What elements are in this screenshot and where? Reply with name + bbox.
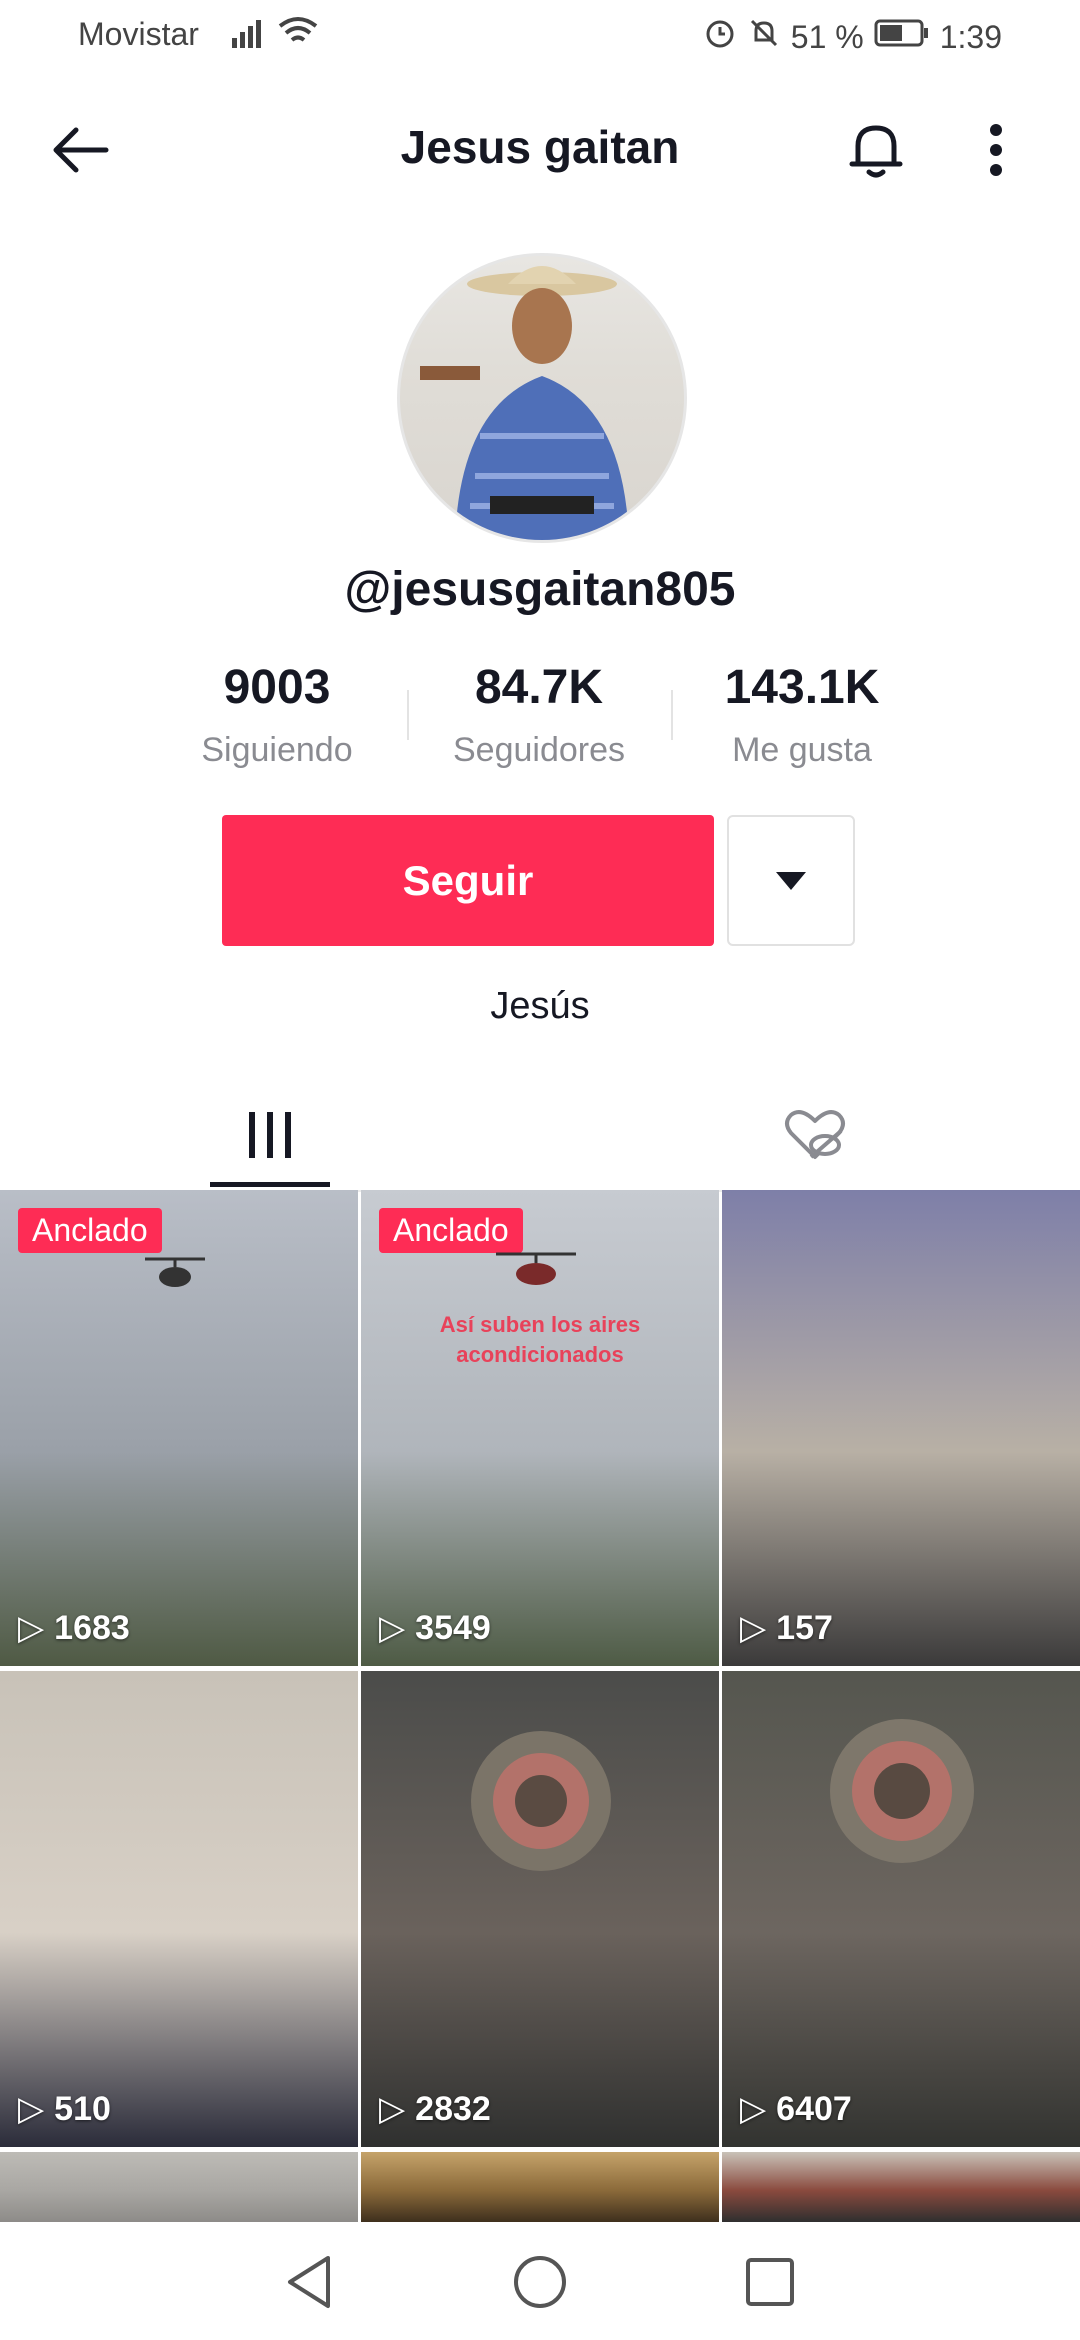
play-icon: ▷: [740, 2090, 767, 2128]
stat-followers[interactable]: 84.7K Seguidores: [419, 660, 659, 770]
view-count: ▷ 3549: [379, 1608, 491, 1648]
followers-label: Seguidores: [452, 731, 625, 769]
view-count: ▷ 510: [18, 2089, 111, 2129]
helicopter-icon: [496, 1252, 576, 1285]
view-count-value: 1683: [54, 1608, 130, 1647]
tab-liked-hidden[interactable]: [775, 1103, 855, 1167]
clock: 1:39: [939, 18, 1002, 55]
stat-following[interactable]: 9003 Siguiendo: [157, 660, 397, 770]
view-count-value: 3549: [415, 1608, 491, 1647]
video-thumbnail[interactable]: ▷ 157: [722, 1190, 1080, 1666]
video-thumbnail[interactable]: [361, 2152, 719, 2222]
stat-likes[interactable]: 143.1K Me gusta: [682, 660, 922, 770]
view-count-value: 510: [54, 2089, 111, 2128]
notifications-button[interactable]: [836, 110, 916, 190]
following-label: Siguiendo: [201, 731, 353, 769]
active-tab-indicator: [210, 1182, 330, 1187]
wifi-icon: [278, 14, 318, 56]
stat-divider: [407, 690, 409, 740]
mute-notifications-icon: [747, 16, 781, 58]
play-icon: ▷: [18, 2090, 45, 2128]
stator-shape: [830, 1719, 974, 1863]
nav-back-button[interactable]: [280, 2252, 340, 2312]
signal-icon: [232, 18, 268, 48]
grid-icon: [249, 1112, 291, 1158]
system-navigation-bar: [0, 2222, 1080, 2340]
video-caption: Así suben los aires acondicionados: [439, 1312, 641, 1367]
play-icon: ▷: [18, 1609, 45, 1647]
video-thumbnail[interactable]: Anclado ▷ 1683: [0, 1190, 358, 1666]
video-thumbnail[interactable]: [722, 2152, 1080, 2222]
play-icon: ▷: [379, 1609, 406, 1647]
avatar-photo: [420, 266, 629, 540]
view-count: ▷ 2832: [379, 2089, 491, 2129]
following-count: 9003: [223, 661, 331, 714]
view-count-value: 157: [776, 1608, 833, 1647]
video-thumbnail[interactable]: ▷ 2832: [361, 1671, 719, 2147]
battery-icon: [874, 18, 930, 56]
profile-tabs: [0, 1085, 1080, 1192]
follow-button[interactable]: Seguir: [222, 815, 714, 946]
profile-header: Jesus gaitan: [0, 90, 1080, 210]
pinned-badge: Anclado: [379, 1208, 523, 1253]
video-thumbnail[interactable]: ▷ 510: [0, 1671, 358, 2147]
square-recents-icon: [746, 2258, 794, 2306]
carrier-label: Movistar: [78, 16, 199, 52]
heart-hidden-icon: [785, 1110, 845, 1159]
bell-icon: [849, 125, 903, 178]
stator-shape: [471, 1731, 611, 1871]
battery-percent: 51 %: [790, 18, 864, 55]
view-count-value: 2832: [415, 2089, 491, 2128]
more-options-button[interactable]: [956, 110, 1036, 190]
page-title: Jesus gaitan: [400, 121, 680, 173]
view-count-value: 6407: [776, 2089, 852, 2128]
username-handle: @jesusgaitan805: [344, 563, 736, 616]
avatar[interactable]: [397, 253, 687, 543]
tab-videos[interactable]: [235, 1105, 305, 1165]
triangle-back-icon: [288, 2256, 330, 2308]
stat-divider: [671, 690, 673, 740]
status-bar: Movistar 51 % 1:39: [0, 0, 1080, 72]
profile-bio: Jesús: [490, 985, 590, 1027]
likes-count: 143.1K: [724, 661, 880, 714]
view-count: ▷ 157: [740, 1608, 833, 1648]
play-icon: ▷: [740, 1609, 767, 1647]
circle-home-icon: [514, 2256, 566, 2308]
video-thumbnail[interactable]: ▷ 6407: [722, 1671, 1080, 2147]
more-vertical-icon: [990, 124, 1002, 176]
view-count: ▷ 6407: [740, 2089, 852, 2129]
view-count: ▷ 1683: [18, 1608, 130, 1648]
video-thumbnail[interactable]: [0, 2152, 358, 2222]
play-icon: ▷: [379, 2090, 406, 2128]
likes-label: Me gusta: [732, 731, 872, 769]
pinned-badge: Anclado: [18, 1208, 162, 1253]
nav-recents-button[interactable]: [740, 2252, 800, 2312]
caret-down-icon: [776, 871, 806, 890]
video-thumbnail[interactable]: Anclado Así suben los aires acondicionad…: [361, 1190, 719, 1666]
followers-count: 84.7K: [474, 661, 604, 714]
alarm-icon: [703, 16, 737, 58]
helicopter-icon: [145, 1257, 205, 1287]
suggested-accounts-dropdown-button[interactable]: [727, 815, 855, 946]
nav-home-button[interactable]: [510, 2252, 570, 2312]
